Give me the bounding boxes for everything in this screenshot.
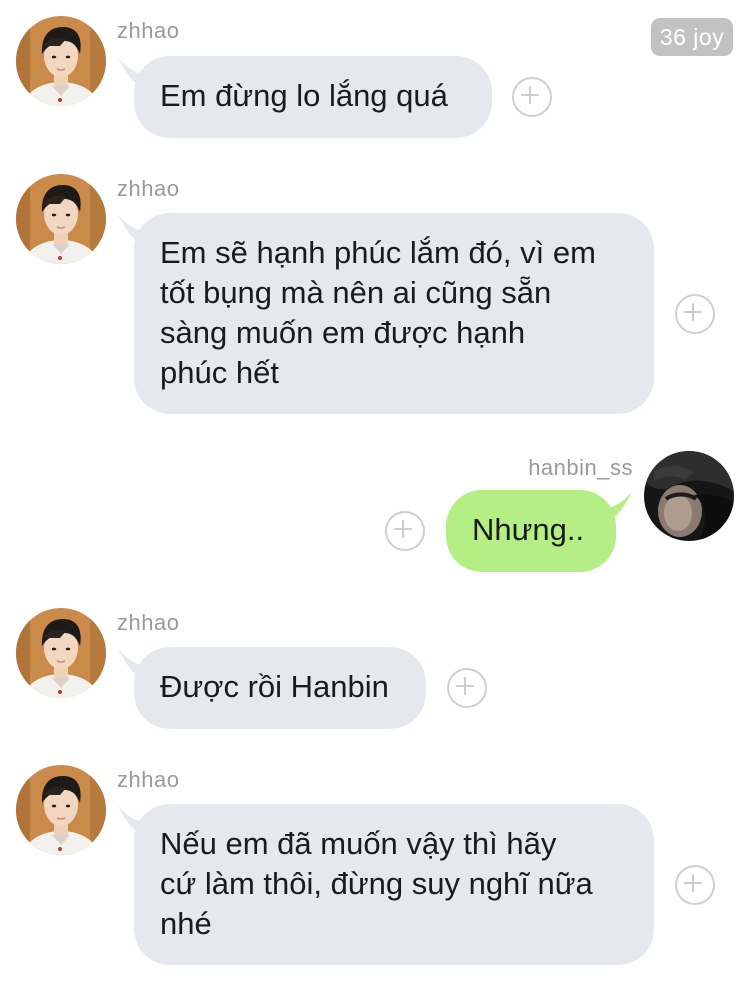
message-bubble[interactable]: Em đừng lo lắng quá xyxy=(134,56,492,138)
message-line: Em sẽ hạnh phúc lắm đó, vì em xyxy=(160,235,596,270)
sender-name: zhhao xyxy=(117,176,180,201)
sender-name: zhhao xyxy=(117,767,180,792)
avatar-image xyxy=(16,16,106,106)
avatar-image xyxy=(16,608,106,698)
plus-icon xyxy=(514,79,550,115)
message-text: Nhưng.. xyxy=(472,512,585,547)
sender-name: hanbin_ss xyxy=(528,455,633,480)
message-line: phúc hết xyxy=(160,355,279,390)
message-bubble[interactable]: Nhưng.. xyxy=(446,490,616,572)
message-text: Được rồi Hanbin xyxy=(160,669,389,704)
avatar-image xyxy=(16,174,106,264)
plus-icon xyxy=(677,867,713,903)
avatar[interactable] xyxy=(16,174,106,264)
add-reaction-button[interactable] xyxy=(447,668,487,708)
add-reaction-button[interactable] xyxy=(675,294,715,334)
message-bubble[interactable]: Nếu em đã muốn vậy thì hãy cứ làm thôi, … xyxy=(134,804,654,965)
plus-icon xyxy=(449,670,485,706)
avatar[interactable] xyxy=(644,451,734,541)
message-line: sàng muốn em được hạnh xyxy=(160,315,526,350)
sender-name: zhhao xyxy=(117,610,180,635)
add-reaction-button[interactable] xyxy=(675,865,715,905)
watermark-badge: 36 joy xyxy=(651,18,733,56)
message-line: cứ làm thôi, đừng suy nghĩ nữa xyxy=(160,866,593,901)
plus-icon xyxy=(677,296,713,332)
avatar-image xyxy=(644,451,734,541)
plus-icon xyxy=(387,513,423,549)
avatar[interactable] xyxy=(16,608,106,698)
message-line: tốt bụng mà nên ai cũng sẵn xyxy=(160,275,552,310)
message-bubble[interactable]: Được rồi Hanbin xyxy=(134,647,426,729)
message-line: nhé xyxy=(160,906,212,941)
message-text: Em đừng lo lắng quá xyxy=(160,78,448,113)
avatar[interactable] xyxy=(16,16,106,106)
message-line: Nếu em đã muốn vậy thì hãy xyxy=(160,826,557,861)
add-reaction-button[interactable] xyxy=(512,77,552,117)
avatar[interactable] xyxy=(16,765,106,855)
sender-name: zhhao xyxy=(117,18,180,43)
avatar-image xyxy=(16,765,106,855)
add-reaction-button[interactable] xyxy=(385,511,425,551)
message-bubble[interactable]: Em sẽ hạnh phúc lắm đó, vì em tốt bụng m… xyxy=(134,213,654,414)
